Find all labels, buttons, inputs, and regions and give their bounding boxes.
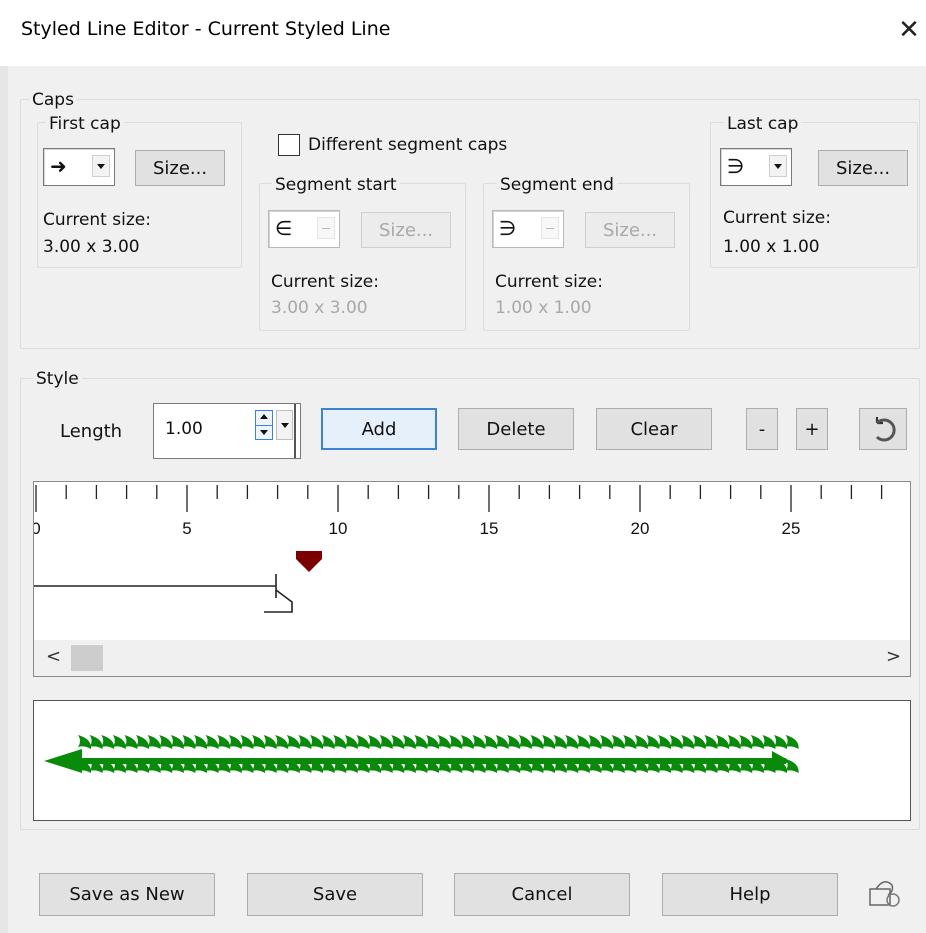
- chevron-down-icon: [541, 217, 559, 239]
- arrow-cap-icon: ➜: [50, 154, 67, 178]
- chevron-down-icon: [317, 217, 335, 239]
- first-cap-select[interactable]: ➜: [43, 148, 115, 186]
- scroll-left-icon[interactable]: <: [46, 646, 61, 667]
- window-title: Styled Line Editor - Current Styled Line: [21, 18, 391, 40]
- chevron-down-icon[interactable]: [276, 410, 293, 440]
- segment-start-size-value: 3.00 x 3.00: [271, 298, 368, 318]
- segment-end-size-value: 1.00 x 1.00: [495, 298, 592, 318]
- ruler-tick-label: 15: [480, 519, 499, 538]
- ruler-tick-label: 10: [329, 519, 348, 538]
- help-button[interactable]: Help: [662, 873, 838, 916]
- delete-button[interactable]: Delete: [458, 408, 574, 450]
- segment-start-size-label: Current size:: [271, 272, 379, 292]
- ruler-tick-label: 5: [182, 519, 191, 538]
- zoom-out-button[interactable]: -: [746, 408, 778, 450]
- different-segment-caps-label: Different segment caps: [308, 135, 508, 155]
- length-value: 1.00: [165, 419, 203, 439]
- last-cap-label: Last cap: [724, 114, 802, 134]
- clear-button[interactable]: Clear: [596, 408, 712, 450]
- add-button[interactable]: Add: [321, 408, 437, 450]
- segment-start-label: Segment start: [272, 175, 400, 195]
- window-edge: [0, 66, 8, 933]
- last-cap-size-button[interactable]: Size...: [818, 150, 908, 186]
- chevron-down-icon: [92, 155, 110, 177]
- last-cap-icon: ∋: [727, 154, 745, 178]
- different-segment-caps-checkbox[interactable]: [278, 134, 300, 156]
- close-icon[interactable]: ✕: [893, 14, 925, 46]
- segment-end-select[interactable]: ∋: [492, 210, 564, 248]
- chevron-down-icon: [769, 155, 787, 177]
- ruler-canvas: 0 5 10 15 20 25: [34, 485, 883, 613]
- preview-stroke: [44, 735, 799, 773]
- ruler-tick-label: 25: [782, 519, 801, 538]
- segment-end-size-label: Current size:: [495, 272, 603, 292]
- last-cap-size-value: 1.00 x 1.00: [723, 237, 820, 257]
- position-marker[interactable]: [296, 551, 322, 572]
- undo-button[interactable]: [859, 408, 907, 450]
- last-cap-size-label: Current size:: [723, 208, 831, 228]
- ruler-tick-label: 0: [34, 519, 41, 538]
- segment-ruler[interactable]: 0 5 10 15 20 25 < >: [33, 481, 911, 677]
- length-spin-input[interactable]: 1.00: [153, 403, 301, 459]
- ruler-tick-label: 20: [631, 519, 650, 538]
- scroll-thumb[interactable]: [71, 645, 103, 671]
- styled-line-preview: [44, 735, 799, 773]
- style-group-label: Style: [33, 369, 82, 389]
- first-cap-label: First cap: [46, 114, 124, 134]
- line-preview: [33, 700, 911, 821]
- scroll-right-icon[interactable]: >: [886, 646, 901, 667]
- first-cap-size-label: Current size:: [43, 210, 151, 230]
- cancel-button[interactable]: Cancel: [454, 873, 630, 916]
- first-cap-size-button[interactable]: Size...: [135, 150, 225, 186]
- last-cap-select[interactable]: ∋: [720, 148, 792, 186]
- segment-start-cap-icon: ∈: [275, 216, 293, 240]
- segment-end-size-button[interactable]: Size...: [585, 212, 675, 248]
- undo-icon: [875, 417, 896, 442]
- length-label: Length: [60, 421, 123, 442]
- horizontal-scrollbar[interactable]: < >: [34, 640, 910, 676]
- caps-group-label: Caps: [29, 90, 77, 110]
- spin-updown-icon[interactable]: [255, 410, 273, 440]
- dash-segment[interactable]: [34, 574, 293, 613]
- context-help-icon[interactable]: [864, 875, 904, 913]
- zoom-in-button[interactable]: +: [796, 408, 828, 450]
- save-button[interactable]: Save: [247, 873, 423, 916]
- segment-start-size-button[interactable]: Size...: [361, 212, 451, 248]
- segment-start-select[interactable]: ∈: [268, 210, 340, 248]
- segment-end-cap-icon: ∋: [499, 216, 517, 240]
- save-as-new-button[interactable]: Save as New: [39, 873, 215, 916]
- segment-end-label: Segment end: [497, 175, 617, 195]
- first-cap-size-value: 3.00 x 3.00: [43, 237, 140, 257]
